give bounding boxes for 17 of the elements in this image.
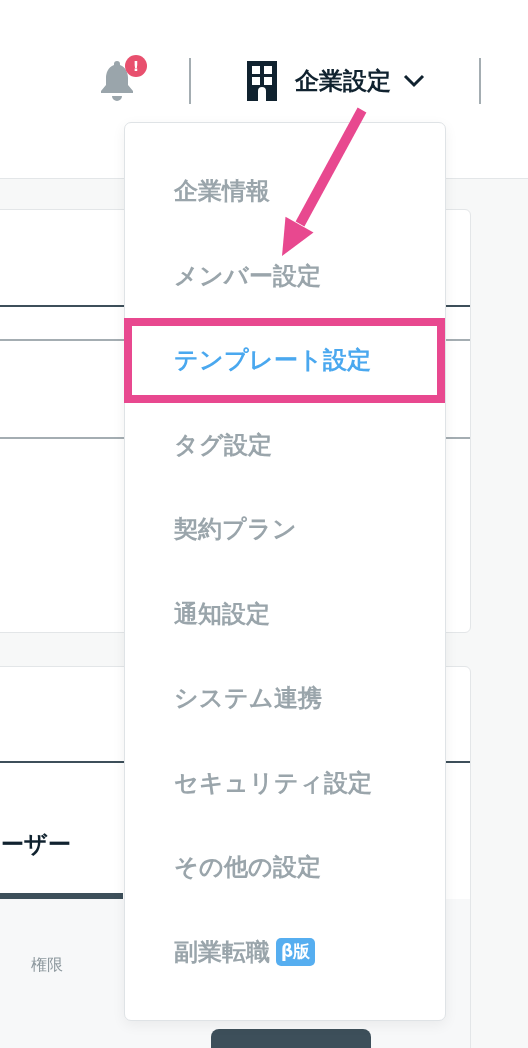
menu-item[interactable]: 通知設定 — [125, 571, 445, 656]
menu-item[interactable]: メンバー設定 — [125, 233, 445, 318]
chevron-down-icon — [403, 74, 425, 88]
beta-badge: β版 — [276, 938, 316, 966]
menu-item[interactable]: システム連携 — [125, 656, 445, 741]
menu-item[interactable]: 契約プラン — [125, 487, 445, 572]
building-icon — [247, 61, 277, 101]
menu-item[interactable]: その他の設定 — [125, 825, 445, 910]
column-header: 権限 — [30, 954, 64, 976]
notification-badge: ! — [125, 55, 147, 77]
menu-item[interactable]: セキュリティ設定 — [125, 740, 445, 825]
menu-item[interactable]: テンプレート設定 — [124, 318, 445, 403]
menu-item[interactable]: タグ設定 — [125, 402, 445, 487]
menu-item[interactable]: 副業転職 β版 — [125, 909, 445, 994]
menu-item-label: 副業転職 — [174, 936, 270, 968]
company-settings-menu[interactable]: 企業設定 — [295, 63, 425, 99]
menu-item[interactable]: 企業情報 — [125, 149, 445, 234]
